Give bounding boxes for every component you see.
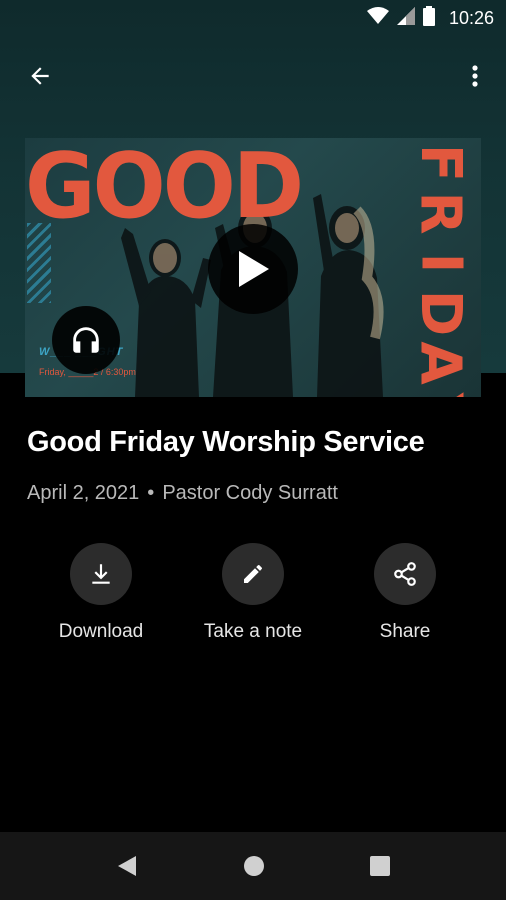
take-note-label: Take a note [203,621,303,642]
download-label: Download [58,621,144,642]
nav-back-icon [118,856,136,876]
play-audio-button[interactable] [52,306,120,374]
take-note-circle[interactable] [222,543,284,605]
status-bar: 10:26 [0,0,506,36]
nav-back-button[interactable] [113,852,141,880]
sermon-title: Good Friday Worship Service [27,426,425,458]
download-circle[interactable] [70,543,132,605]
download-button[interactable]: Download [21,543,181,643]
share-icon [394,562,416,586]
meta-separator: • [147,482,155,504]
take-note-button[interactable]: Take a note [173,543,333,643]
signal-icon [396,7,415,30]
play-icon [239,251,269,287]
status-time: 10:26 [448,8,494,28]
battery-icon [422,6,435,31]
headphones-icon [73,327,99,353]
share-label: Share [379,621,431,642]
sermon-detail-screen: 10:26 GOOD F R I D A Friday, / 6:30pm Go… [0,0,506,900]
system-nav-bar [0,832,506,900]
more-vert-icon [472,65,478,87]
share-circle[interactable] [374,543,436,605]
download-icon [92,564,110,584]
nav-home-icon [244,856,264,876]
back-button[interactable] [20,56,60,96]
wifi-icon [366,7,389,30]
artwork-title-friday: F R I D A Y [407,143,473,397]
share-button[interactable]: Share [325,543,485,643]
nav-home-button[interactable] [240,852,268,880]
pencil-icon [244,565,262,583]
nav-recents-button[interactable] [366,852,394,880]
nav-recents-icon [370,856,390,876]
sermon-meta: April 2, 2021 • Pastor Cody Surratt [27,482,338,505]
sermon-speaker: Pastor Cody Surratt [162,482,338,504]
sermon-date: April 2, 2021 [27,482,140,504]
play-video-button[interactable] [208,224,298,314]
arrow-back-icon [31,67,49,85]
status-icons: 10:26 [366,6,494,31]
overflow-menu-button[interactable] [460,56,490,96]
